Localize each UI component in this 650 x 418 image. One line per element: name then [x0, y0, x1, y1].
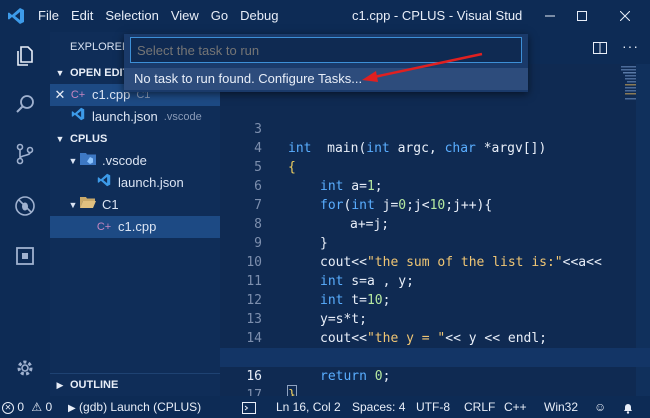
language-mode[interactable]: C++: [504, 396, 527, 418]
workspace-label: CPLUS: [70, 133, 108, 145]
more-actions-icon[interactable]: ···: [622, 38, 639, 54]
folder-vscode-icon: [80, 150, 96, 172]
search-activity[interactable]: [0, 80, 50, 128]
maximize-icon: [577, 11, 587, 21]
explorer-activity[interactable]: [0, 32, 50, 80]
close-icon: [620, 11, 630, 21]
outline-section[interactable]: ▶ OUTLINE: [50, 373, 220, 395]
chevron-down-icon: ▼: [68, 200, 78, 210]
tree-folder-vscode[interactable]: ▼ .vscode: [50, 150, 220, 172]
encoding[interactable]: UTF-8: [416, 396, 450, 418]
cursor-position[interactable]: Ln 16, Col 2: [276, 396, 341, 418]
platform[interactable]: Win32: [544, 396, 578, 418]
status-bar: ✕ 0 ⚠ 0 ▶ (gdb) Launch (CPLUS) Ln 16, Co…: [0, 396, 650, 418]
tree-item-label: launch.json: [118, 175, 184, 190]
code-line: 7 a+=j;: [220, 177, 650, 232]
tree-folder-c1[interactable]: ▼ C1: [50, 194, 220, 216]
source-control-icon: [16, 143, 34, 165]
chevron-down-icon: ▼: [68, 156, 78, 166]
tree-file-launch[interactable]: launch.json: [50, 172, 220, 194]
maximize-button[interactable]: [562, 0, 602, 32]
vscode-logo-icon: [0, 0, 32, 32]
code-line: 15 return 0;: [220, 329, 650, 384]
window-title: c1.cpp - CPLUS - Visual Studio Code: [352, 8, 522, 23]
cpp-file-icon: C+: [70, 89, 86, 101]
menu-go[interactable]: Go: [205, 0, 234, 32]
tree-file-c1cpp[interactable]: C+ c1.cpp: [50, 216, 220, 238]
configure-tasks-item[interactable]: No task to run found. Configure Tasks...: [124, 68, 528, 90]
settings-activity[interactable]: [0, 344, 50, 392]
activity-bar: [0, 32, 50, 396]
menu-edit[interactable]: Edit: [65, 0, 99, 32]
code-line-current: 16 }: [220, 348, 650, 406]
open-editor-launch[interactable]: launch.json .vscode: [50, 106, 220, 128]
code-line: 8 }: [220, 196, 650, 251]
terminal-icon[interactable]: [242, 396, 256, 418]
code-line: 5 int a=1;: [220, 139, 650, 194]
line-ending[interactable]: CRLF: [464, 396, 495, 418]
debug-activity[interactable]: [0, 182, 50, 230]
split-editor-icon[interactable]: [592, 40, 608, 56]
warning-icon: ⚠: [31, 400, 43, 414]
chevron-down-icon: ▼: [55, 134, 65, 144]
vscode-file-icon: [70, 106, 86, 128]
code-line: 6 for(int j=0;j<10;j++){: [220, 158, 650, 213]
task-search-input[interactable]: [130, 37, 522, 63]
workspace-section[interactable]: ▼ CPLUS: [50, 128, 220, 150]
code-line: 3 int main(int argc, char *argv[]): [220, 101, 650, 156]
extensions-activity[interactable]: [0, 232, 50, 280]
code-line: 13 cout<<"the y = "<< y << endl;: [220, 291, 650, 346]
menu-file[interactable]: File: [32, 0, 65, 32]
task-quick-pick: No task to run found. Configure Tasks...: [124, 34, 528, 92]
errors-indicator[interactable]: ✕ 0 ⚠ 0: [2, 396, 52, 418]
play-icon: ▶: [68, 403, 76, 414]
code-line: 10 int s=a , y;: [220, 234, 650, 289]
code-line: 17: [220, 367, 650, 403]
code-line: 14: [220, 310, 650, 346]
menu-view[interactable]: View: [165, 0, 205, 32]
vscode-file-icon: [96, 172, 112, 194]
code-line: 9 cout<<"the sum of the list is:"<<a<<: [220, 215, 650, 270]
gear-icon: [17, 360, 33, 376]
code-line: 4 {: [220, 120, 650, 175]
menu-bar: File Edit Selection View Go Debug: [32, 0, 284, 32]
search-icon: [16, 95, 34, 113]
minimize-icon: [545, 15, 555, 17]
chevron-right-icon: ▶: [56, 379, 64, 390]
notifications-icon[interactable]: [622, 396, 634, 418]
open-editor-detail: .vscode: [163, 111, 202, 123]
folder-open-icon: [80, 194, 96, 216]
tree-item-label: c1.cpp: [118, 219, 157, 234]
error-icon: ✕: [2, 401, 14, 414]
code-line: 12 y=s*t;: [220, 272, 650, 327]
extensions-icon: [16, 247, 34, 265]
cpp-file-icon: C+: [96, 221, 112, 233]
menu-debug[interactable]: Debug: [234, 0, 284, 32]
outline-label: OUTLINE: [70, 378, 119, 391]
indentation[interactable]: Spaces: 4: [352, 396, 405, 418]
code-area[interactable]: 3 int main(int argc, char *argv[]) 4 { 5…: [220, 101, 650, 406]
debug-icon: [15, 196, 35, 216]
chevron-down-icon: ▼: [55, 68, 65, 78]
files-icon: [17, 46, 33, 66]
title-bar: File Edit Selection View Go Debug c1.cpp…: [0, 0, 650, 32]
close-window-button[interactable]: [605, 0, 645, 32]
launch-config[interactable]: ▶ (gdb) Launch (CPLUS): [68, 396, 201, 418]
feedback-icon[interactable]: ☺: [594, 396, 606, 418]
close-icon[interactable]: ✕: [50, 84, 70, 106]
source-control-activity[interactable]: [0, 130, 50, 178]
open-editor-name: launch.json: [92, 109, 158, 124]
menu-selection[interactable]: Selection: [99, 0, 164, 32]
tree-item-label: C1: [102, 197, 119, 212]
tree-item-label: .vscode: [102, 153, 147, 168]
code-line: 11 int t=10;: [220, 253, 650, 308]
